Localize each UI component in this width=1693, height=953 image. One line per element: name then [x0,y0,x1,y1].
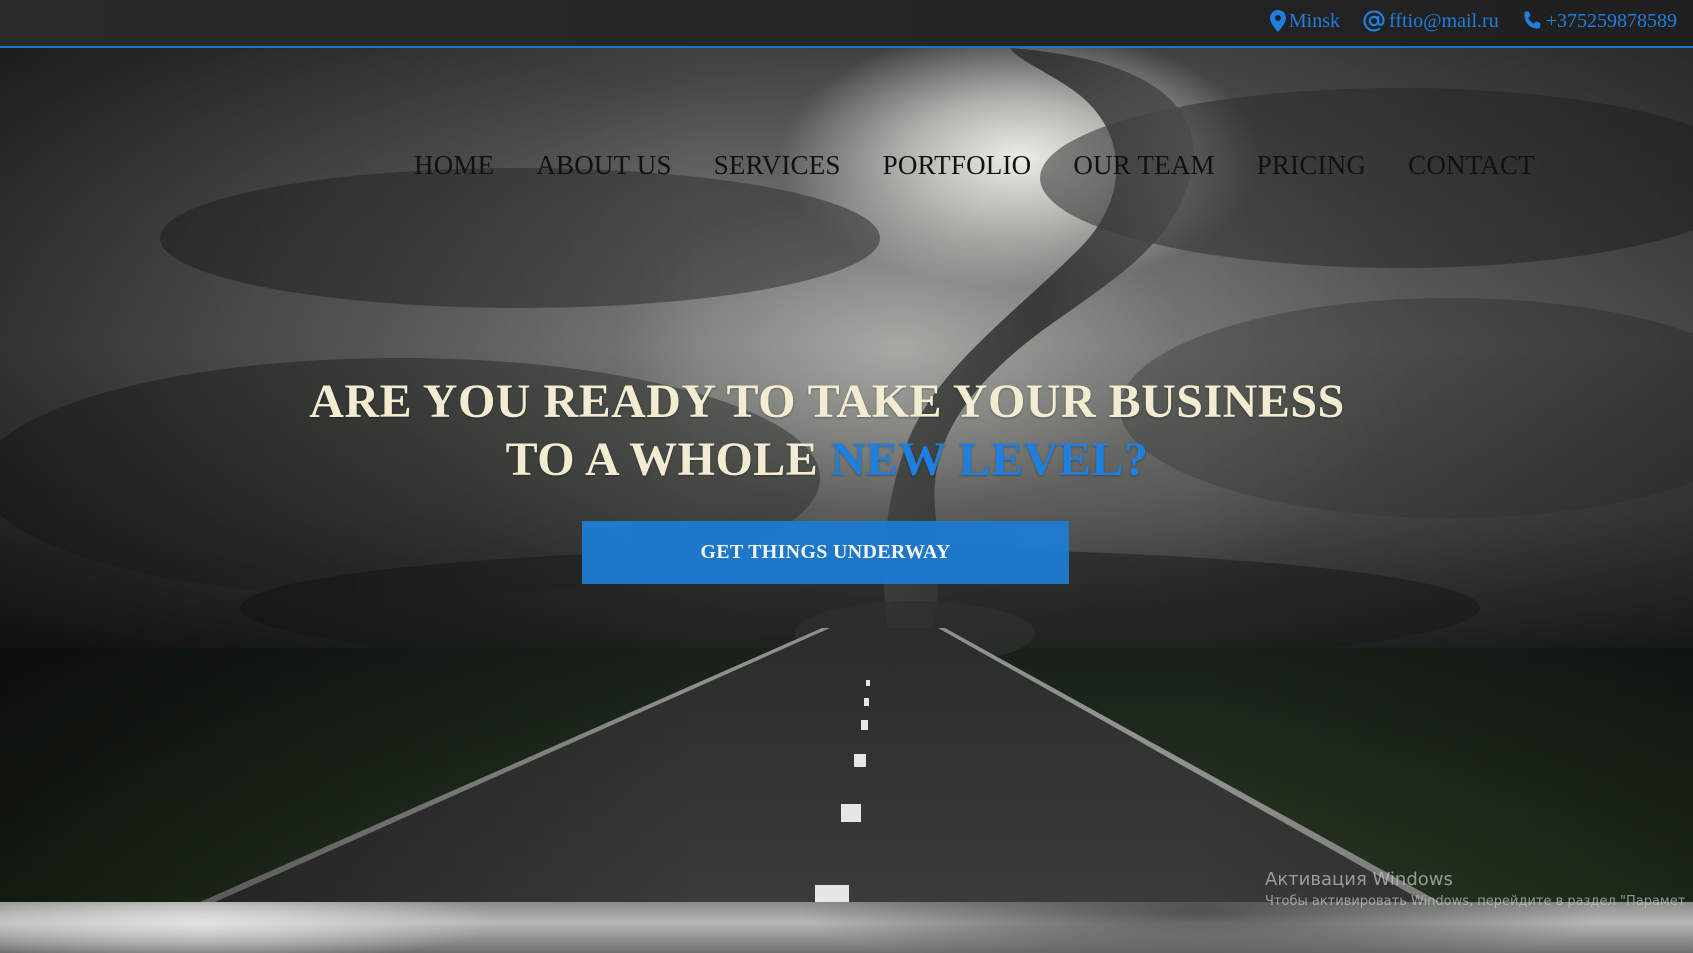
headline-line-2-prefix: TO A WHOLE [505,433,831,486]
headline-line-1: ARE YOU READY TO TAKE YOUR BUSINESS [309,375,1345,428]
watermark-subtitle: Чтобы активировать Windows, перейдите в … [1265,894,1686,909]
hero-headline: ARE YOU READY TO TAKE YOUR BUSINESS TO A… [0,373,1654,489]
main-nav: HOME ABOUT US SERVICES PORTFOLIO OUR TEA… [414,150,1535,181]
watermark-title: Активация Windows [1265,869,1453,890]
nav-about-us[interactable]: ABOUT US [536,150,671,181]
nav-services[interactable]: SERVICES [714,150,841,181]
phone-text: +375259878589 [1545,9,1677,32]
phone-icon [1521,10,1543,32]
at-sign-icon [1362,9,1386,33]
email-text: fftio@mail.ru [1389,9,1499,32]
nav-our-team[interactable]: OUR TEAM [1073,150,1214,181]
nav-portfolio[interactable]: PORTFOLIO [883,150,1032,181]
map-marker-icon [1269,10,1286,32]
email-link[interactable]: fftio@mail.ru [1362,9,1499,33]
phone-link[interactable]: +375259878589 [1521,10,1677,33]
contact-list: Minsk fftio@mail.ru +375259878589 [1269,9,1677,33]
headline-accent: NEW LEVEL? [830,433,1149,486]
get-things-underway-button[interactable]: GET THINGS UNDERWAY [582,521,1069,584]
location-text: Minsk [1288,9,1341,32]
location-link[interactable]: Minsk [1269,9,1341,33]
nav-contact[interactable]: CONTACT [1408,150,1535,181]
windows-activation-watermark: Активация Windows Чтобы активировать Win… [1265,869,1693,911]
nav-home[interactable]: HOME [414,150,494,181]
page: Minsk fftio@mail.ru +375259878589 HOME A… [0,0,1693,953]
top-contact-bar: Minsk fftio@mail.ru +375259878589 [0,0,1693,48]
nav-pricing[interactable]: PRICING [1257,150,1366,181]
